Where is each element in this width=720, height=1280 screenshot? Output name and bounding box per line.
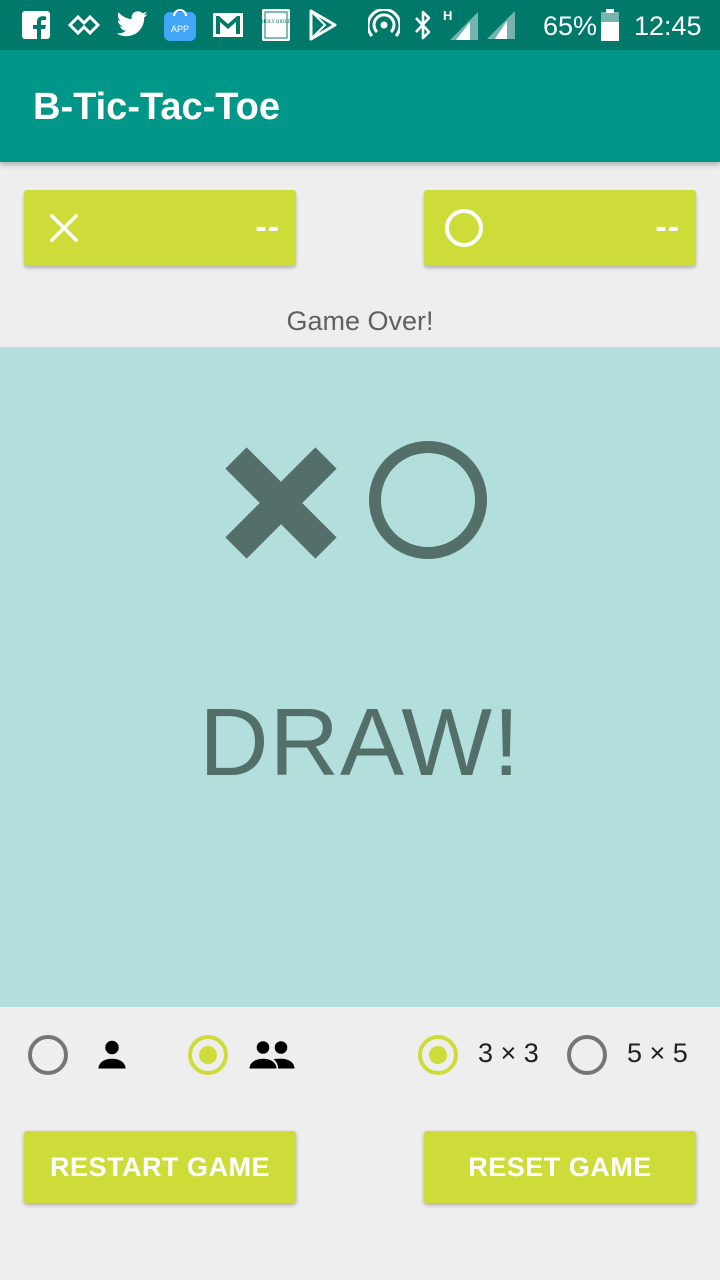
player-o-score: -- <box>655 208 680 246</box>
game-status: Game Over! <box>286 306 434 336</box>
restart-game-button[interactable]: RESTART GAME <box>24 1131 296 1203</box>
o-mark-icon <box>444 208 484 248</box>
signal-h-icon: H <box>442 8 480 42</box>
single-player-icon <box>94 1035 130 1075</box>
result-text: DRAW! <box>199 689 521 796</box>
result-icons <box>220 440 490 568</box>
app-bar: B-Tic-Tac-Toe <box>0 50 720 162</box>
gmail-icon <box>210 8 246 42</box>
o-mark-icon <box>369 441 487 559</box>
app-store-icon: APP <box>162 8 198 42</box>
board-5x5-radio[interactable] <box>567 1035 607 1075</box>
board-3x3-label: 3 × 3 <box>478 1038 539 1068</box>
battery-icon <box>598 8 622 42</box>
hotspot-icon <box>366 8 402 42</box>
play-store-icon <box>306 8 340 42</box>
svg-text:HOLY BIBLE: HOLY BIBLE <box>262 20 291 25</box>
svg-text:APP: APP <box>171 24 189 34</box>
single-player-radio[interactable] <box>28 1035 68 1075</box>
cloud-link-icon <box>66 8 102 42</box>
x-mark-icon <box>225 447 337 559</box>
signal-icon <box>484 8 518 42</box>
holy-bible-icon: HOLY BIBLE <box>258 8 294 42</box>
facebook-icon <box>20 8 52 42</box>
clock: 12:45 <box>634 11 702 41</box>
player-o-score-card: -- <box>424 190 696 266</box>
player-x-score-card: -- <box>24 190 296 266</box>
battery-percentage: 65% <box>543 11 598 41</box>
app-title: B-Tic-Tac-Toe <box>33 86 281 128</box>
player-x-score: -- <box>255 208 280 246</box>
status-bar: APP HOLY BIBLE H 65% 12:45 <box>0 0 720 50</box>
svg-text:H: H <box>443 8 452 23</box>
board-3x3-radio[interactable] <box>418 1035 458 1075</box>
board-5x5-label: 5 × 5 <box>627 1038 688 1068</box>
reset-game-button[interactable]: RESET GAME <box>424 1131 696 1203</box>
twitter-icon <box>114 8 150 42</box>
two-players-icon <box>248 1035 296 1075</box>
bluetooth-icon <box>410 8 436 42</box>
x-mark-icon <box>44 208 84 248</box>
two-players-radio[interactable] <box>188 1035 228 1075</box>
